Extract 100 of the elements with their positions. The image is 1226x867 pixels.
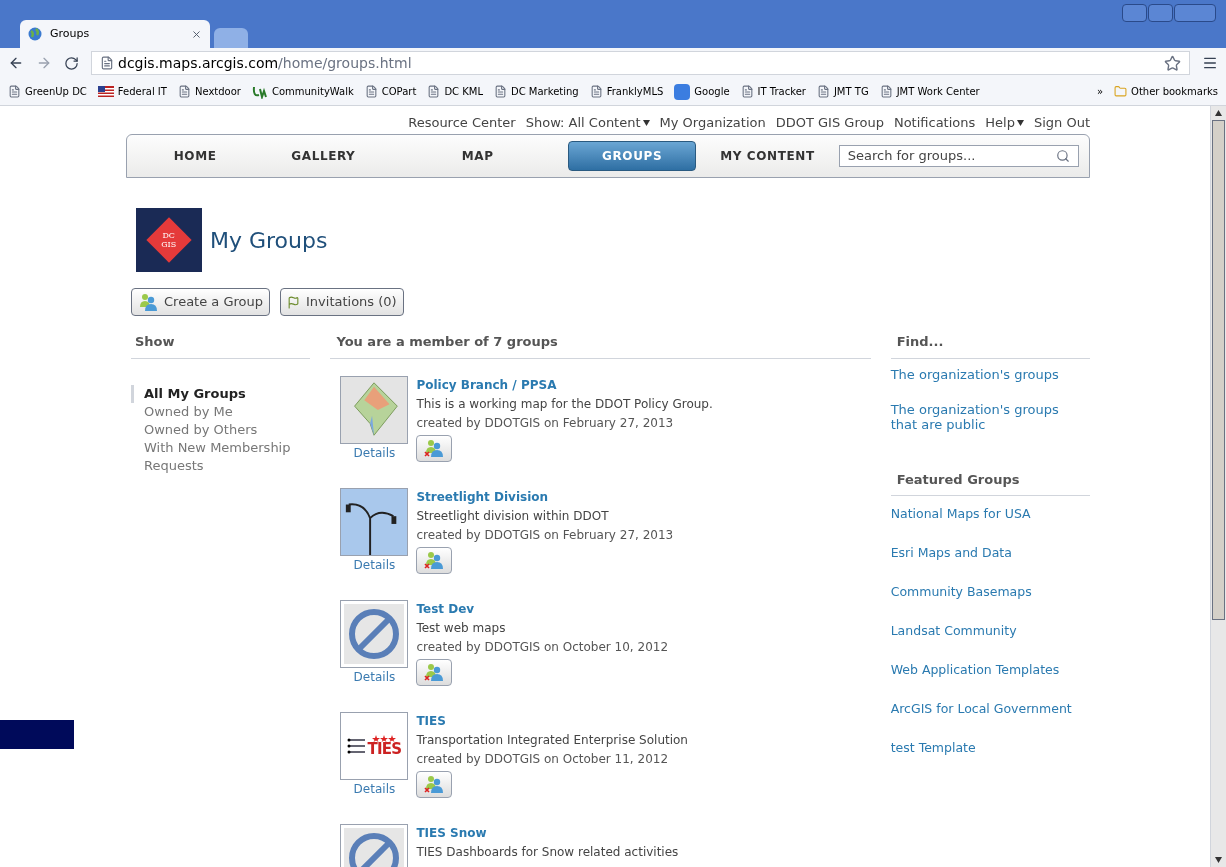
action-button[interactable]: Invitations (0) [280,288,404,316]
google-icon [674,83,691,100]
header-link[interactable]: Resource Center [408,111,516,134]
section-heading: Find... [890,326,1090,359]
created-by-text: created by DDOTGIS on February 27, 2013 [416,414,675,432]
people-icon [138,292,158,312]
remove-member-icon [424,550,445,570]
details-link[interactable]: Details [353,443,396,462]
flag-icon [287,295,300,309]
no-thumbnail-icon [340,599,409,668]
bookmarks-overflow[interactable]: » [1096,84,1104,99]
group-description: This is a working map for the DDOT Policy Group. [416,395,713,413]
bookmark-item[interactable]: Federal IT [97,84,167,99]
bookmark-item[interactable]: DC Marketing [494,84,579,99]
address-bar[interactable]: dcgis.maps.arcgis.com/home/groups.html [91,51,1190,75]
section-heading: Featured Groups [890,463,1090,496]
group-description: Streetlight division within DDOT [416,507,610,525]
nav-tab[interactable]: GROUPS [567,141,697,171]
filter-link[interactable]: Owned by Others [131,420,311,439]
dropdown-caret-icon [1016,119,1024,126]
ties-logo: TIES [340,711,409,780]
created-by-text: created by DDOTGIS on October 11, 2012 [416,750,670,768]
featured-group-link[interactable]: ArcGIS for Local Government [890,701,1072,716]
find-link[interactable]: The organization's groups [890,366,1071,382]
scroll-up-icon[interactable] [1215,110,1222,116]
group-title[interactable]: TIES [416,711,688,731]
leave-group-button[interactable] [416,658,453,686]
tab-title: Groups [50,25,91,42]
bookmark-item[interactable]: COPart [364,84,417,99]
page-title: My Groups [210,226,328,255]
bookmark-item[interactable]: Nextdoor [177,84,241,99]
header-link[interactable]: Help [985,111,1024,134]
page-icon [589,85,603,98]
group-title[interactable]: TIES Snow [416,823,679,843]
created-by-text: created by DDOTGIS on February 27, 2013 [416,526,674,544]
section-heading: Show [131,326,311,359]
search-input[interactable]: Search for groups... [847,146,1056,166]
nav-tab[interactable]: HOME [131,141,260,171]
url-text: dcgis.maps.arcgis.com/home/groups.html [118,53,412,73]
leave-group-button[interactable] [416,546,453,574]
group-description: Test web maps [416,619,507,637]
find-link[interactable]: The organization's groups that are public [890,401,1071,432]
header-link[interactable]: My Organization [659,111,766,134]
details-link[interactable]: Details [353,667,396,686]
bookmark-item[interactable]: JMT Work Center [879,84,980,99]
streetlight-photo [340,487,409,556]
back-icon[interactable] [8,55,24,71]
page-icon [364,85,378,98]
header-link[interactable]: Show: All Content [525,111,650,134]
scroll-down-icon[interactable] [1215,857,1222,863]
group-title[interactable]: Streetlight Division [416,487,674,507]
nav-tab[interactable]: GALLERY [259,141,388,171]
bookmark-item[interactable]: JMT TG [816,84,869,99]
section-heading: You are a member of 7 groups [330,326,871,359]
search-field[interactable]: Search for groups... [838,145,1079,167]
group-title[interactable]: Policy Branch / PPSA [416,375,713,395]
forward-icon[interactable] [36,55,52,71]
menu-icon[interactable] [1202,55,1218,71]
filter-link[interactable]: Owned by Me [131,402,311,421]
featured-group-link[interactable]: Community Basemaps [890,584,1032,599]
other-bookmarks[interactable]: Other bookmarks [1114,84,1218,99]
page-icon [879,85,893,98]
bookmark-item[interactable]: CommunityWalk [251,84,354,99]
nav-tab[interactable]: MAP [387,141,568,171]
globe-icon [28,27,42,41]
page-icon [740,85,754,98]
reload-icon[interactable] [64,55,79,71]
star-icon[interactable] [1164,54,1181,72]
page-icon [177,85,191,98]
header-link[interactable]: DDOT GIS Group [775,111,884,134]
bookmark-item[interactable]: Google [674,83,730,100]
page-icon [100,56,114,70]
group-title[interactable]: Test Dev [416,599,669,619]
bookmark-item[interactable]: DC KML [427,84,483,99]
leave-group-button[interactable] [416,770,453,798]
filter-link[interactable]: All My Groups [131,384,311,403]
header-link[interactable]: Notifications [893,111,976,134]
remove-member-icon [424,774,445,794]
flag-icon [97,86,114,97]
featured-group-link[interactable]: Landsat Community [890,623,1017,638]
remove-member-icon [424,438,445,458]
featured-group-link[interactable]: Web Application Templates [890,662,1060,677]
details-link[interactable]: Details [353,779,396,798]
leave-group-button[interactable] [416,434,453,462]
details-link[interactable]: Details [353,555,396,574]
group-description: TIES Dashboards for Snow related activities [416,843,679,861]
filter-link[interactable]: With New Membership Requests [131,438,311,475]
featured-group-link[interactable]: Esri Maps and Data [890,545,1012,560]
bookmark-item[interactable]: FranklyMLS [589,84,664,99]
featured-group-link[interactable]: test Template [890,740,976,755]
bookmark-item[interactable]: GreenUp DC [8,84,87,99]
dc-gis-logo: DC GIS [136,208,202,272]
scrollbar[interactable] [1210,106,1226,867]
action-button[interactable]: Create a Group [131,288,270,316]
search-icon[interactable] [1056,149,1070,163]
browser-tab[interactable]: Groups [20,20,210,48]
featured-group-link[interactable]: National Maps for USA [890,506,1031,521]
bookmark-item[interactable]: IT Tracker [740,84,806,99]
nav-tab[interactable]: MY CONTENT [696,141,839,171]
header-link[interactable]: Sign Out [1033,111,1090,134]
